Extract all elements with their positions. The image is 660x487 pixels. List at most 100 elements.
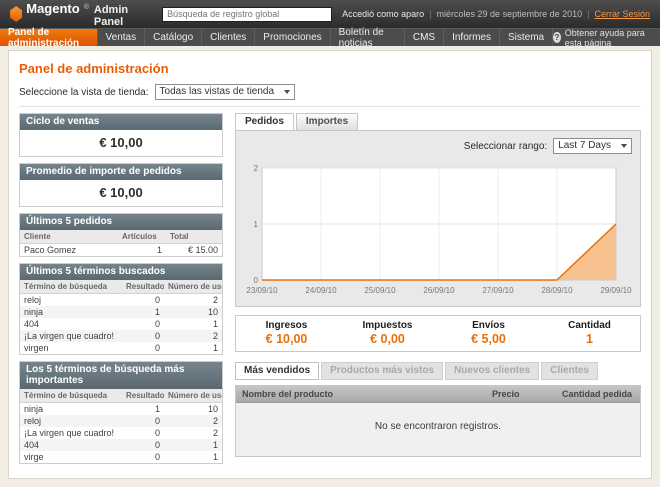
- nav-item-promociones[interactable]: Promociones: [255, 29, 330, 46]
- search-term-row[interactable]: ¡La virgen que cuadro! 0 2: [20, 330, 222, 342]
- grid-tabs: Más vendidos Productos más vistos Nuevos…: [235, 362, 641, 380]
- svg-text:25/09/10: 25/09/10: [364, 286, 396, 295]
- registered-mark: ®: [84, 4, 89, 11]
- total-envios: Envíos € 5,00: [438, 316, 539, 351]
- column-header: Artículos: [118, 230, 166, 244]
- main-nav: Panel de administración Ventas Catálogo …: [0, 28, 660, 46]
- column-header: Término de búsqueda: [20, 280, 122, 294]
- average-order-value: € 10,00: [20, 180, 222, 206]
- chevron-down-icon: [621, 144, 627, 148]
- search-term-row[interactable]: 404 0 1: [20, 439, 222, 451]
- order-items: 1: [118, 244, 166, 257]
- tab-clientes[interactable]: Clientes: [541, 362, 598, 380]
- uses: 1: [164, 439, 222, 451]
- order-row[interactable]: Paco Gomez 1 € 15.00: [20, 244, 222, 257]
- order-total: € 15.00: [166, 244, 222, 257]
- lifetime-sales-box: Ciclo de ventas € 10,00: [19, 113, 223, 157]
- logout-link[interactable]: Cerrar Sesión: [594, 9, 650, 19]
- store-switcher-label: Seleccione la vista de tienda:: [19, 87, 149, 98]
- main-area: Panel de administración Seleccione la vi…: [0, 46, 660, 487]
- nav-item-clientes[interactable]: Clientes: [202, 29, 255, 46]
- lifetime-sales-value: € 10,00: [20, 130, 222, 156]
- total-label: Impuestos: [337, 320, 438, 331]
- term: 404: [20, 318, 122, 330]
- nav-item-ventas[interactable]: Ventas: [98, 29, 146, 46]
- last-5-search-terms-table: Término de búsqueda Resultados Número de…: [20, 280, 222, 354]
- search-term-row[interactable]: virge 0 1: [20, 451, 222, 463]
- last-5-orders-title: Últimos 5 pedidos: [20, 214, 222, 230]
- total-value: € 0,00: [337, 332, 438, 346]
- order-customer: Paco Gomez: [20, 244, 118, 257]
- term: ¡La virgen que cuadro!: [20, 427, 122, 439]
- term: virgen: [20, 342, 122, 354]
- chevron-down-icon: [284, 90, 290, 94]
- logo-subtitle: Admin Panel: [94, 4, 152, 28]
- term: virge: [20, 451, 122, 463]
- help-label: Obtener ayuda para esta página: [565, 28, 654, 48]
- column-header: Total: [166, 230, 222, 244]
- last-5-orders-table: Cliente Artículos Total Paco Gomez 1 € 1…: [20, 230, 222, 256]
- term: ¡La virgen que cuadro!: [20, 330, 122, 342]
- tab-productos-mas-vistos[interactable]: Productos más vistos: [321, 362, 443, 380]
- svg-text:23/09/10: 23/09/10: [246, 286, 278, 295]
- tab-importes[interactable]: Importes: [296, 113, 358, 130]
- search-term-row[interactable]: ninja 1 10: [20, 306, 222, 318]
- nav-item-informes[interactable]: Informes: [444, 29, 500, 46]
- total-label: Ingresos: [236, 320, 337, 331]
- total-ingresos: Ingresos € 10,00: [236, 316, 337, 351]
- term: ninja: [20, 306, 122, 318]
- content-panel: Panel de administración Seleccione la vi…: [8, 50, 652, 479]
- total-impuestos: Impuestos € 0,00: [337, 316, 438, 351]
- global-search-input[interactable]: [162, 7, 332, 22]
- search-term-row[interactable]: ¡La virgen que cuadro! 0 2: [20, 427, 222, 439]
- svg-text:0: 0: [254, 276, 259, 285]
- top-5-search-terms-table: Término de búsqueda Resultados Número de…: [20, 389, 222, 463]
- tab-nuevos-clientes[interactable]: Nuevos clientes: [445, 362, 539, 380]
- search-term-row[interactable]: reloj 0 2: [20, 415, 222, 427]
- top-5-search-terms-title: Los 5 términos de búsqueda más important…: [20, 362, 222, 389]
- tab-mas-vendidos[interactable]: Más vendidos: [235, 362, 319, 380]
- empty-records-message: No se encontraron registros.: [236, 403, 640, 456]
- last-5-search-terms-title: Últimos 5 términos buscados: [20, 264, 222, 280]
- nav-item-boletin[interactable]: Boletín de noticias: [331, 29, 405, 46]
- results: 0: [122, 439, 164, 451]
- logo-title: Magento: [26, 1, 79, 16]
- uses: 10: [164, 306, 222, 318]
- nav-item-panel[interactable]: Panel de administración: [0, 29, 98, 46]
- uses: 2: [164, 294, 222, 307]
- store-view-select[interactable]: Todas las vistas de tienda: [155, 84, 296, 100]
- magento-logo: Magento ® Admin Panel: [10, 1, 152, 28]
- page-title: Panel de administración: [19, 61, 641, 76]
- dashboard-left-column: Ciclo de ventas € 10,00 Promedio de impo…: [19, 113, 223, 470]
- nav-item-cms[interactable]: CMS: [405, 29, 444, 46]
- nav-item-sistema[interactable]: Sistema: [500, 29, 553, 46]
- column-header: Cantidad pedida: [556, 386, 640, 402]
- column-header: Precio: [486, 386, 556, 402]
- column-header: Término de búsqueda: [20, 389, 122, 403]
- header-search: [162, 7, 332, 22]
- svg-text:28/09/10: 28/09/10: [541, 286, 573, 295]
- search-term-row[interactable]: reloj 0 2: [20, 294, 222, 307]
- results: 0: [122, 427, 164, 439]
- term: ninja: [20, 403, 122, 416]
- range-select[interactable]: Last 7 Days: [553, 138, 632, 154]
- tab-pedidos[interactable]: Pedidos: [235, 113, 294, 130]
- help-icon: ?: [553, 32, 561, 43]
- help-link[interactable]: ? Obtener ayuda para esta página: [553, 29, 660, 46]
- store-switcher: Seleccione la vista de tienda: Todas las…: [19, 84, 641, 107]
- results: 0: [122, 415, 164, 427]
- term: reloj: [20, 294, 122, 307]
- top-header: Magento ® Admin Panel Accedió como aparo…: [0, 0, 660, 28]
- search-term-row[interactable]: ninja 1 10: [20, 403, 222, 416]
- chart-tabs: Pedidos Importes: [235, 113, 641, 130]
- search-term-row[interactable]: virgen 0 1: [20, 342, 222, 354]
- range-value: Last 7 Days: [558, 140, 611, 151]
- total-label: Cantidad: [539, 320, 640, 331]
- search-term-row[interactable]: 404 0 1: [20, 318, 222, 330]
- nav-item-catalogo[interactable]: Catálogo: [145, 29, 202, 46]
- products-grid-header: Nombre del producto Precio Cantidad pedi…: [236, 386, 640, 403]
- results: 0: [122, 342, 164, 354]
- results: 1: [122, 403, 164, 416]
- svg-text:29/09/10: 29/09/10: [600, 286, 632, 295]
- column-header: Nombre del producto: [236, 386, 486, 402]
